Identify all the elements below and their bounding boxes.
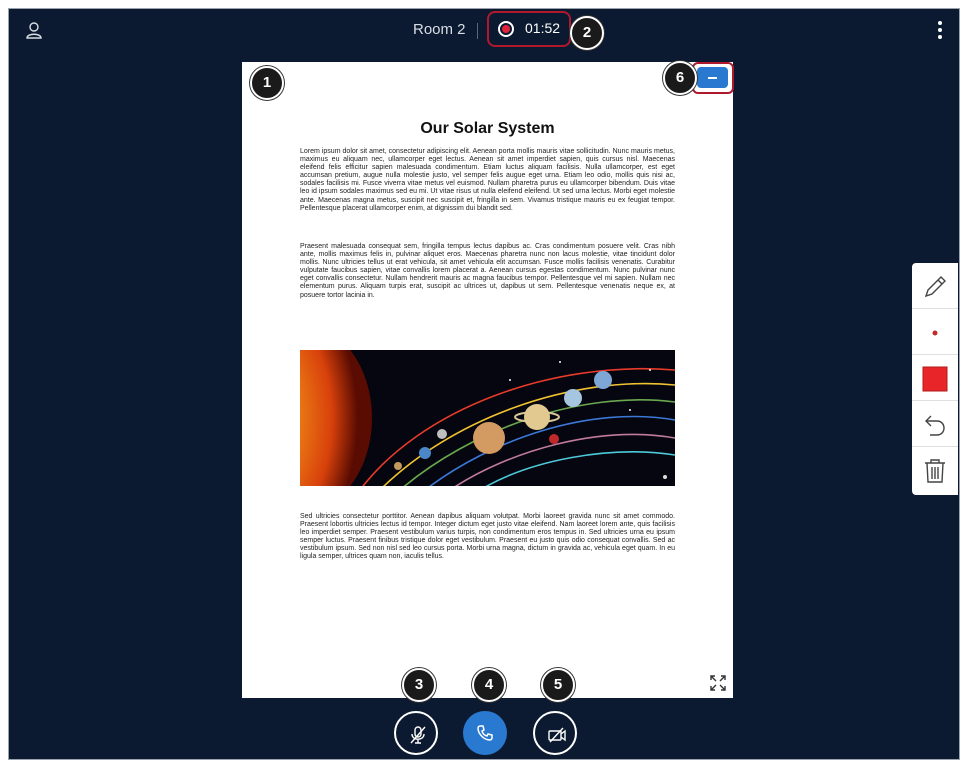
user-icon[interactable]: [25, 21, 43, 44]
top-bar: Room 2 01:52: [9, 9, 959, 53]
solar-system-image: [300, 350, 675, 486]
clear-tool[interactable]: [912, 447, 958, 493]
document-paragraph: Praesent malesuada consequat sem, fringi…: [300, 243, 675, 299]
callout-5: 5: [541, 668, 575, 702]
undo-tool[interactable]: [912, 401, 958, 447]
fullscreen-icon[interactable]: [709, 674, 727, 697]
callout-4: 4: [472, 668, 506, 702]
trash-icon: [925, 459, 945, 483]
color-picker-tool[interactable]: [912, 355, 958, 401]
callout-2: 2: [570, 16, 604, 50]
brush-size-tool[interactable]: [912, 309, 958, 355]
color-swatch: [922, 366, 948, 392]
recording-timer: 01:52: [525, 20, 561, 36]
callout-6: 6: [663, 61, 697, 95]
conference-window: Room 2 01:52 Our Solar System Lorem ipsu…: [8, 8, 960, 760]
dot-size-icon: [932, 330, 938, 336]
mute-microphone-button[interactable]: [394, 711, 438, 755]
recording-indicator[interactable]: 01:52: [487, 11, 571, 47]
undo-icon: [925, 415, 945, 436]
annotation-toolbar: [912, 263, 958, 495]
room-title: Room 2: [413, 21, 466, 38]
camera-off-icon: [548, 727, 566, 743]
callout-3: 3: [402, 668, 436, 702]
shared-document: Our Solar System Lorem ipsum dolor sit a…: [242, 62, 734, 698]
document-paragraph: Lorem ipsum dolor sit amet, consectetur …: [300, 148, 675, 212]
document-paragraph: Sed ultricies consectetur porttitor. Aen…: [300, 513, 675, 561]
leave-call-button[interactable]: [463, 711, 507, 755]
microphone-off-icon: [410, 726, 426, 744]
minimize-highlight: [692, 62, 734, 94]
pencil-icon: [924, 276, 946, 298]
callout-1: 1: [250, 66, 284, 100]
pencil-tool[interactable]: [912, 263, 958, 309]
phone-icon: [477, 725, 493, 741]
divider: [477, 23, 478, 39]
minimize-button[interactable]: [697, 67, 728, 88]
document-title: Our Solar System: [420, 120, 555, 137]
record-icon: [498, 21, 514, 37]
camera-toggle-button[interactable]: [533, 711, 577, 755]
more-options-icon[interactable]: [935, 21, 945, 41]
